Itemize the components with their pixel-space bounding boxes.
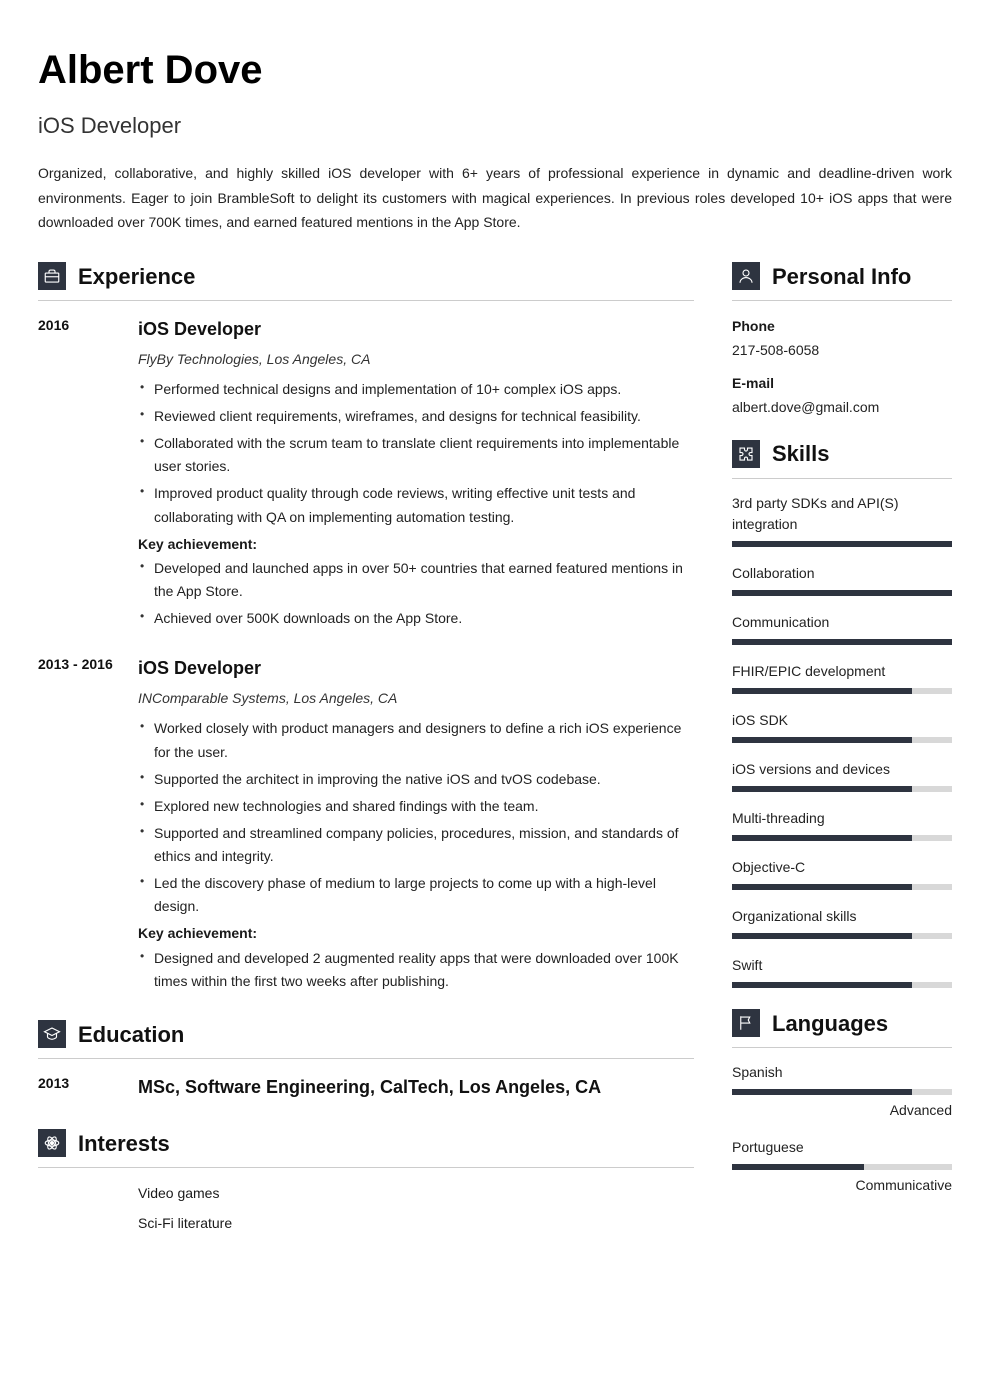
skill-bar — [732, 688, 952, 694]
email-label: E-mail — [732, 372, 952, 394]
skill-bar — [732, 590, 952, 596]
skill-name: FHIR/EPIC development — [732, 661, 952, 682]
section-title: Skills — [772, 436, 829, 471]
skill-name: Organizational skills — [732, 906, 952, 927]
skill-item: iOS versions and devices — [732, 759, 952, 792]
bullet-item: Explored new technologies and shared fin… — [140, 795, 694, 818]
language-level: Communicative — [732, 1174, 952, 1196]
entry-subtitle: INComparable Systems, Los Angeles, CA — [138, 687, 694, 709]
skill-name: iOS SDK — [732, 710, 952, 731]
flag-icon — [732, 1009, 760, 1037]
skill-bar — [732, 786, 952, 792]
entry-title: MSc, Software Engineering, CalTech, Los … — [138, 1073, 694, 1102]
achievement-item: Developed and launched apps in over 50+ … — [140, 557, 694, 603]
personal-info-header: Personal Info — [732, 259, 952, 301]
section-title: Personal Info — [772, 259, 911, 294]
bullet-item: Collaborated with the scrum team to tran… — [140, 432, 694, 478]
skill-name: Collaboration — [732, 563, 952, 584]
skill-name: Swift — [732, 955, 952, 976]
experience-entry: 2013 - 2016 iOS Developer INComparable Sys… — [38, 654, 694, 997]
entry-title: iOS Developer — [138, 654, 694, 683]
person-name: Albert Dove — [38, 38, 952, 102]
skill-name: Communication — [732, 612, 952, 633]
language-item: Portuguese Communicative — [732, 1137, 952, 1196]
key-achievement-label: Key achievement: — [138, 922, 694, 944]
languages-list: Spanish Advanced Portuguese Communicative — [732, 1062, 952, 1197]
interests-header: Interests — [38, 1126, 694, 1168]
education-list: 2013 MSc, Software Engineering, CalTech, … — [38, 1073, 694, 1106]
skill-item: iOS SDK — [732, 710, 952, 743]
skill-bar — [732, 541, 952, 547]
bullet-item: Supported and streamlined company polici… — [140, 822, 694, 868]
education-entry: 2013 MSc, Software Engineering, CalTech, … — [38, 1073, 694, 1106]
bullet-item: Worked closely with product managers and… — [140, 717, 694, 763]
achievement-item: Designed and developed 2 augmented reali… — [140, 947, 694, 993]
skill-bar — [732, 933, 952, 939]
key-achievement-label: Key achievement: — [138, 533, 694, 555]
achievement-item: Achieved over 500K downloads on the App … — [140, 607, 694, 630]
entry-date: 2013 - 2016 — [38, 654, 120, 997]
puzzle-icon — [732, 440, 760, 468]
language-level: Advanced — [732, 1099, 952, 1121]
interests-entry: Video games Sci-Fi literature — [38, 1182, 694, 1243]
languages-header: Languages — [732, 1006, 952, 1048]
skill-name: Multi-threading — [732, 808, 952, 829]
interest-item: Video games — [138, 1182, 694, 1204]
entry-date: 2016 — [38, 315, 120, 634]
bullet-item: Supported the architect in improving the… — [140, 768, 694, 791]
briefcase-icon — [38, 262, 66, 290]
skill-item: Swift — [732, 955, 952, 988]
person-role: iOS Developer — [38, 108, 952, 143]
skill-name: 3rd party SDKs and API(S) integration — [732, 493, 952, 535]
summary-text: Organized, collaborative, and highly ski… — [38, 161, 952, 235]
skill-item: Multi-threading — [732, 808, 952, 841]
entry-subtitle: FlyBy Technologies, Los Angeles, CA — [138, 348, 694, 370]
language-item: Spanish Advanced — [732, 1062, 952, 1121]
experience-entry: 2016 iOS Developer FlyBy Technologies, Los… — [38, 315, 694, 634]
education-header: Education — [38, 1017, 694, 1059]
skill-bar — [732, 639, 952, 645]
skill-name: Objective-C — [732, 857, 952, 878]
phone-label: Phone — [732, 315, 952, 337]
skill-item: Objective-C — [732, 857, 952, 890]
skills-header: Skills — [732, 436, 952, 478]
atom-icon — [38, 1129, 66, 1157]
experience-list: 2016 iOS Developer FlyBy Technologies, Los… — [38, 315, 694, 997]
skill-bar — [732, 982, 952, 988]
left-column: Experience 2016 iOS Developer FlyBy Techno… — [38, 259, 694, 1263]
skill-item: Organizational skills — [732, 906, 952, 939]
phone-value: 217-508-6058 — [732, 339, 952, 361]
bullet-item: Improved product quality through code re… — [140, 482, 694, 528]
entry-date: 2013 — [38, 1073, 120, 1106]
skill-bar — [732, 737, 952, 743]
bullet-item: Performed technical designs and implemen… — [140, 378, 694, 401]
bullet-item: Reviewed client requirements, wireframes… — [140, 405, 694, 428]
right-column: Personal Info Phone 217-508-6058 E-mail … — [732, 259, 952, 1263]
personal-info-block: Phone 217-508-6058 E-mail albert.dove@gm… — [732, 315, 952, 419]
section-title: Education — [78, 1017, 184, 1052]
skills-list: 3rd party SDKs and API(S) integration Col… — [732, 493, 952, 988]
skill-item: FHIR/EPIC development — [732, 661, 952, 694]
email-value: albert.dove@gmail.com — [732, 396, 952, 418]
skill-item: Collaboration — [732, 563, 952, 596]
bullet-item: Led the discovery phase of medium to lar… — [140, 872, 694, 918]
skill-bar — [732, 835, 952, 841]
language-name: Spanish — [732, 1062, 952, 1083]
interest-item: Sci-Fi literature — [138, 1212, 694, 1234]
skill-item: 3rd party SDKs and API(S) integration — [732, 493, 952, 547]
experience-header: Experience — [38, 259, 694, 301]
section-title: Interests — [78, 1126, 170, 1161]
person-icon — [732, 262, 760, 290]
language-bar — [732, 1089, 952, 1095]
section-title: Languages — [772, 1006, 888, 1041]
skill-bar — [732, 884, 952, 890]
skill-item: Communication — [732, 612, 952, 645]
entry-title: iOS Developer — [138, 315, 694, 344]
language-bar — [732, 1164, 952, 1170]
skill-name: iOS versions and devices — [732, 759, 952, 780]
section-title: Experience — [78, 259, 195, 294]
graduation-cap-icon — [38, 1020, 66, 1048]
language-name: Portuguese — [732, 1137, 952, 1158]
